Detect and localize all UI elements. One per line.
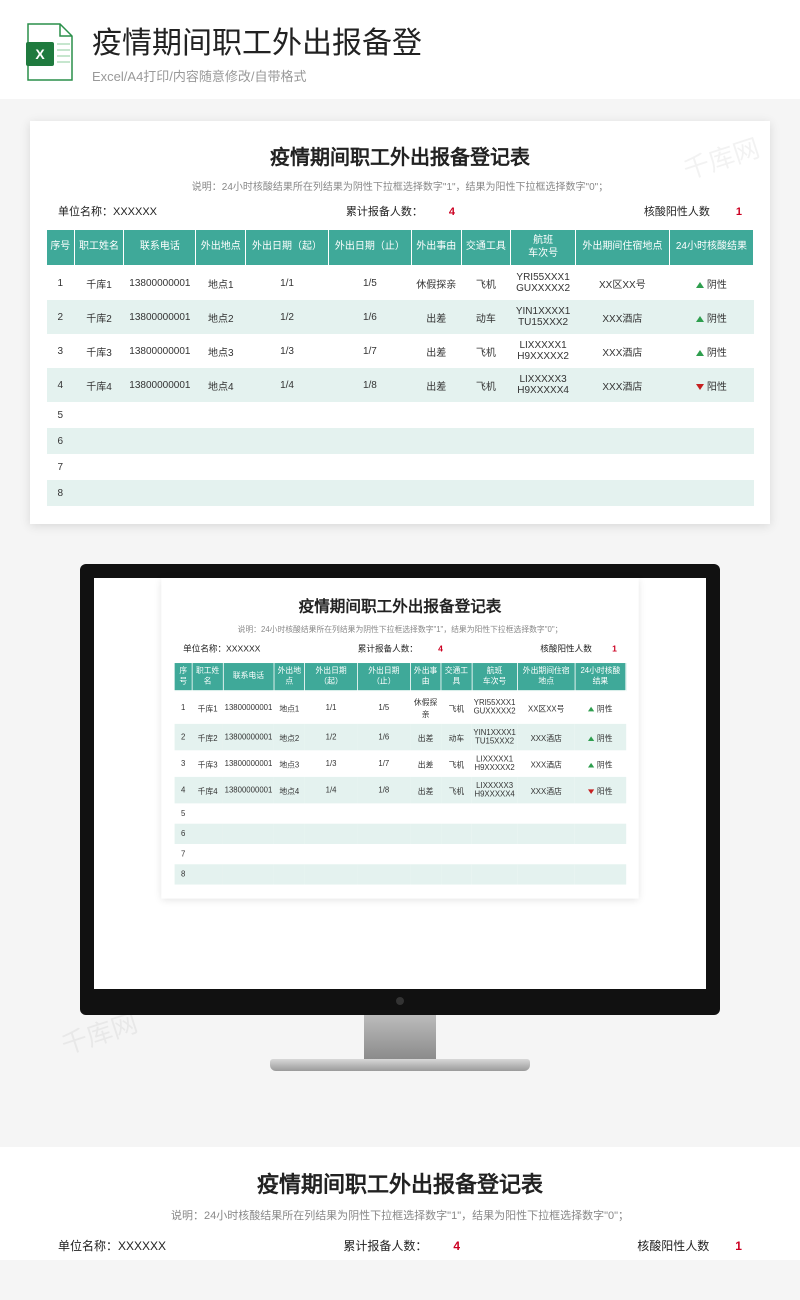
bottom-strip-preview: 疫情期间职工外出报备登记表 说明：24小时核酸结果所在列结果为阴性下拉框选择数字… bbox=[0, 1147, 800, 1260]
column-header: 外出日期（止） bbox=[357, 663, 410, 691]
column-header: 外出地点 bbox=[274, 663, 305, 691]
summary-row: 单位名称：XXXXXX 累计报备人数： 4 核酸阳性人数 1 bbox=[46, 203, 754, 229]
table-row: 6 bbox=[174, 824, 626, 844]
table-row: 4千库413800000001地点41/41/8出差飞机LIXXXXX3H9XX… bbox=[174, 777, 626, 804]
table-row: 7 bbox=[174, 844, 626, 864]
table-row: 5 bbox=[174, 803, 626, 823]
column-header: 外出期间住宿地点 bbox=[517, 663, 575, 691]
table-row: 8 bbox=[47, 480, 754, 506]
column-header: 交通工具 bbox=[461, 230, 511, 266]
table-row: 4千库413800000001地点41/41/8出差飞机LIXXXXX3H9XX… bbox=[47, 368, 754, 402]
column-header: 序号 bbox=[47, 230, 75, 266]
result-cell[interactable]: 阴性 bbox=[575, 691, 626, 724]
column-header: 外出日期（起） bbox=[246, 230, 329, 266]
column-header: 外出日期（止） bbox=[328, 230, 411, 266]
triangle-down-icon bbox=[588, 789, 594, 794]
sheet-note: 说明：24小时核酸结果所在列结果为阴性下拉框选择数字"1"，结果为阳性下拉框选择… bbox=[174, 622, 626, 634]
table-row: 1千库113800000001地点11/11/5休假探亲飞机YRI55XXX1G… bbox=[174, 691, 626, 724]
unit-value: XXXXXX bbox=[113, 206, 157, 218]
result-cell[interactable]: 阴性 bbox=[575, 750, 626, 777]
sheet-note: 说明：24小时核酸结果所在列结果为阴性下拉框选择数字"1"，结果为阳性下拉框选择… bbox=[30, 1207, 770, 1223]
result-cell[interactable]: 阴性 bbox=[575, 724, 626, 751]
table-row: 6 bbox=[47, 428, 754, 454]
sheet-title: 疫情期间职工外出报备登记表 bbox=[30, 1167, 770, 1199]
data-table: 序号职工姓名联系电话外出地点外出日期（起）外出日期（止）外出事由交通工具航班车次… bbox=[46, 229, 754, 506]
column-header: 职工姓名 bbox=[74, 230, 124, 266]
table-row: 7 bbox=[47, 454, 754, 480]
column-header: 外出事由 bbox=[410, 663, 441, 691]
column-header: 外出事由 bbox=[411, 230, 461, 266]
result-cell[interactable]: 阳性 bbox=[669, 368, 753, 402]
triangle-down-icon bbox=[696, 384, 704, 390]
column-header: 24小时核酸结果 bbox=[575, 663, 626, 691]
column-header: 航班车次号 bbox=[511, 230, 576, 266]
column-header: 职工姓名 bbox=[192, 663, 223, 691]
table-row: 8 bbox=[174, 864, 626, 884]
svg-text:X: X bbox=[35, 46, 45, 62]
spreadsheet-preview: 疫情期间职工外出报备登记表 说明：24小时核酸结果所在列结果为阴性下拉框选择数字… bbox=[30, 121, 770, 524]
column-header: 联系电话 bbox=[223, 663, 274, 691]
page-title: 疫情期间职工外出报备登 bbox=[92, 18, 422, 62]
count-label: 累计报备人数： bbox=[346, 206, 423, 218]
column-header: 序号 bbox=[174, 663, 192, 691]
column-header: 航班车次号 bbox=[472, 663, 518, 691]
unit-label: 单位名称： bbox=[58, 206, 113, 218]
table-row: 2千库213800000001地点21/21/6出差动车YIN1XXXX1TU1… bbox=[47, 300, 754, 334]
sheet-title: 疫情期间职工外出报备登记表 bbox=[46, 141, 754, 170]
table-row: 3千库313800000001地点31/31/7出差飞机LIXXXXX1H9XX… bbox=[47, 334, 754, 368]
positive-value: 1 bbox=[736, 206, 742, 218]
table-row: 5 bbox=[47, 402, 754, 428]
column-header: 24小时核酸结果 bbox=[669, 230, 753, 266]
column-header: 联系电话 bbox=[124, 230, 196, 266]
column-header: 交通工具 bbox=[441, 663, 472, 691]
sheet-note: 说明：24小时核酸结果所在列结果为阴性下拉框选择数字"1"，结果为阳性下拉框选择… bbox=[46, 178, 754, 193]
column-header: 外出地点 bbox=[196, 230, 246, 266]
page-subtitle: Excel/A4打印/内容随意修改/自带格式 bbox=[92, 66, 422, 85]
triangle-up-icon bbox=[696, 282, 704, 288]
table-row: 2千库213800000001地点21/21/6出差动车YIN1XXXX1TU1… bbox=[174, 724, 626, 751]
monitor-mockup: 疫情期间职工外出报备登记表 说明：24小时核酸结果所在列结果为阴性下拉框选择数字… bbox=[30, 564, 770, 1071]
triangle-up-icon bbox=[588, 736, 594, 741]
triangle-up-icon bbox=[588, 763, 594, 768]
preview-area: 千库网 千库网 疫情期间职工外出报备登记表 说明：24小时核酸结果所在列结果为阴… bbox=[0, 99, 800, 1111]
result-cell[interactable]: 阴性 bbox=[669, 266, 753, 301]
excel-file-icon: X bbox=[24, 22, 76, 82]
result-cell[interactable]: 阴性 bbox=[669, 300, 753, 334]
count-value: 4 bbox=[449, 206, 455, 218]
triangle-up-icon bbox=[588, 707, 594, 712]
column-header: 外出期间住宿地点 bbox=[575, 230, 669, 266]
triangle-up-icon bbox=[696, 316, 704, 322]
hero-header: X 疫情期间职工外出报备登 Excel/A4打印/内容随意修改/自带格式 bbox=[0, 0, 800, 99]
table-row: 1千库113800000001地点11/11/5休假探亲飞机YRI55XXX1G… bbox=[47, 266, 754, 301]
table-row: 3千库313800000001地点31/31/7出差飞机LIXXXXX1H9XX… bbox=[174, 750, 626, 777]
triangle-up-icon bbox=[696, 350, 704, 356]
result-cell[interactable]: 阴性 bbox=[669, 334, 753, 368]
positive-label: 核酸阳性人数 bbox=[644, 206, 710, 218]
column-header: 外出日期（起） bbox=[305, 663, 358, 691]
sheet-title: 疫情期间职工外出报备登记表 bbox=[174, 594, 626, 617]
result-cell[interactable]: 阳性 bbox=[575, 777, 626, 804]
